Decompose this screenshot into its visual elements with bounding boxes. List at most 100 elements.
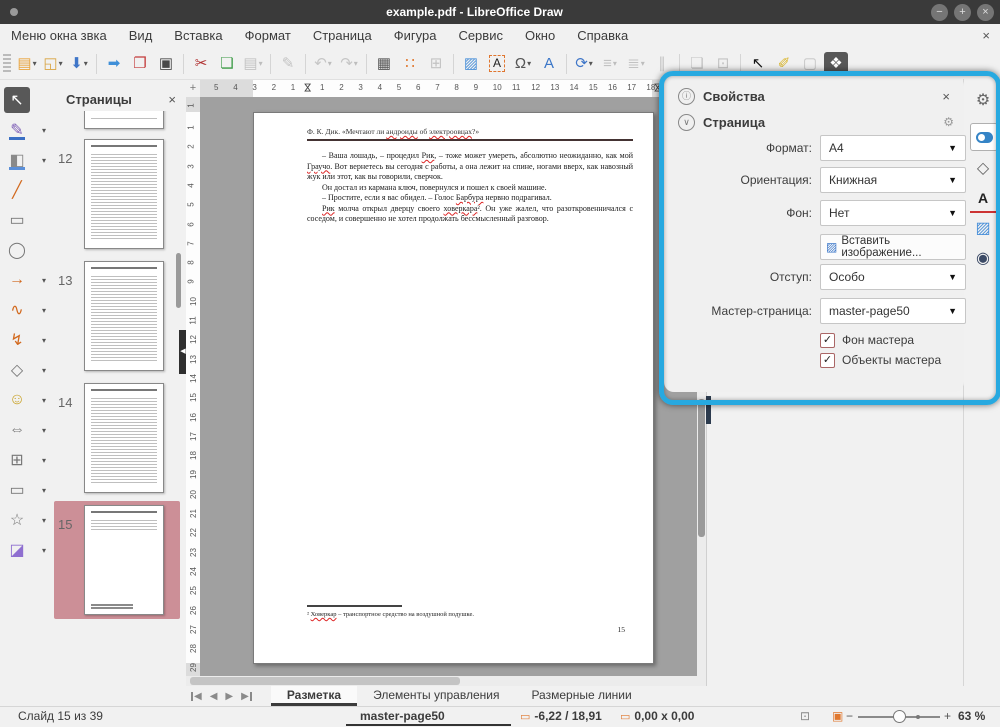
- display-views-icon[interactable]: ▢: [798, 52, 822, 76]
- stars-tool[interactable]: ☆▾: [0, 505, 52, 535]
- page-thumbnail-13[interactable]: 13: [54, 257, 180, 375]
- pages-panel-scrollbar[interactable]: [176, 112, 182, 307]
- section-more-options-icon[interactable]: ⚙: [943, 115, 954, 129]
- page-thumbnail-partial[interactable]: [54, 111, 180, 131]
- next-page-nav-icon[interactable]: ▶: [225, 691, 233, 702]
- 3d-objects-tool[interactable]: ◪▾: [0, 535, 52, 565]
- dropdown-caret-icon[interactable]: ▾: [42, 426, 46, 435]
- distribute-icon[interactable]: ∥: [650, 52, 674, 76]
- vertical-ruler[interactable]: 1123456789101112131415161718192021222324…: [186, 97, 201, 676]
- section-collapse-icon[interactable]: ∨: [678, 114, 695, 131]
- align-objects-icon[interactable]: ≡▾: [598, 52, 622, 76]
- zoom-level[interactable]: 63 %: [958, 709, 985, 723]
- crop-icon[interactable]: ⊡: [711, 52, 735, 76]
- sidebar-settings-gear-icon[interactable]: ⚙: [970, 87, 996, 113]
- cut-icon[interactable]: ✂: [189, 52, 213, 76]
- copy-icon[interactable]: ❏: [215, 52, 239, 76]
- basic-shapes-tool[interactable]: ◇▾: [0, 355, 52, 385]
- tab-navigator[interactable]: ◉: [970, 245, 996, 271]
- tab-properties[interactable]: [970, 123, 998, 151]
- clone-formatting-icon[interactable]: ✎: [276, 52, 300, 76]
- print-icon[interactable]: ▣: [154, 52, 178, 76]
- display-grid-icon[interactable]: ▦: [372, 52, 396, 76]
- fill-color-tool[interactable]: ◧▾: [0, 145, 52, 175]
- last-page-nav-icon[interactable]: ▶: [241, 691, 253, 702]
- curve-tool[interactable]: ∿▾: [0, 295, 52, 325]
- dropdown-caret-icon[interactable]: ▾: [42, 516, 46, 525]
- margin-marker-icon[interactable]: ⋈: [652, 83, 663, 93]
- dropdown-caret-icon[interactable]: ▾: [42, 456, 46, 465]
- snap-to-grid-icon[interactable]: ∷: [398, 52, 422, 76]
- menu-item-5[interactable]: Фигура: [383, 24, 448, 48]
- orientation-select[interactable]: Книжная ▼: [820, 167, 966, 193]
- close-button[interactable]: ×: [977, 4, 994, 21]
- dropdown-caret-icon[interactable]: ▾: [42, 366, 46, 375]
- zoom-in-icon[interactable]: +: [944, 709, 951, 723]
- line-color-tool[interactable]: ✎▾: [0, 115, 52, 145]
- properties-close-icon[interactable]: ×: [938, 89, 954, 104]
- document-page[interactable]: Ф. К. Дик. «Мечтают ли андроиды об элект…: [253, 112, 654, 664]
- zoom-fit-icon[interactable]: ▣: [832, 709, 843, 723]
- dropdown-caret-icon[interactable]: ▾: [33, 59, 37, 68]
- callouts-tool[interactable]: ▭▾: [0, 475, 52, 505]
- connector-tool[interactable]: ↯▾: [0, 325, 52, 355]
- canvas-vscroll-thumb[interactable]: [698, 399, 705, 537]
- ellipse-tool[interactable]: ◯: [0, 235, 52, 265]
- open-folder-icon[interactable]: ◱▾: [41, 52, 65, 76]
- close-document-icon[interactable]: ×: [982, 24, 990, 48]
- deck-menu-icon[interactable]: ⓘ: [678, 88, 695, 105]
- snap-guides-icon[interactable]: ⊞: [424, 52, 448, 76]
- horizontal-ruler[interactable]: 54321123456789101112131415161718192021⋈⋈: [200, 80, 697, 98]
- maximize-button[interactable]: +: [954, 4, 971, 21]
- dropdown-caret-icon[interactable]: ▾: [42, 276, 46, 285]
- redo-icon[interactable]: ↷▾: [337, 52, 361, 76]
- drawing-canvas[interactable]: Ф. К. Дик. «Мечтают ли андроиды об элект…: [200, 97, 697, 676]
- master-page-status[interactable]: master-page50: [360, 709, 445, 723]
- menu-item-3[interactable]: Формат: [234, 24, 302, 48]
- tab-shapes[interactable]: ◇: [970, 155, 996, 181]
- block-arrows-tool[interactable]: ⇔▾: [0, 415, 52, 445]
- first-page-nav-icon[interactable]: ◀: [190, 691, 202, 702]
- menu-item-8[interactable]: Справка: [566, 24, 639, 48]
- shadow-icon[interactable]: ❏: [685, 52, 709, 76]
- menu-item-1[interactable]: Вид: [118, 24, 164, 48]
- canvas-hscroll-thumb[interactable]: [190, 677, 460, 685]
- edit-mode-icon[interactable]: ✐: [772, 52, 796, 76]
- dropdown-caret-icon[interactable]: ▾: [42, 546, 46, 555]
- dropdown-caret-icon[interactable]: ▾: [84, 59, 88, 68]
- rotate-icon[interactable]: ⟳▾: [572, 52, 596, 76]
- layer-tab-1[interactable]: Элементы управления: [357, 686, 515, 706]
- insert-image-button[interactable]: ▨ Вставить изображение...: [820, 234, 966, 260]
- fontwork-icon[interactable]: A: [537, 52, 561, 76]
- show-draw-functions-icon[interactable]: ❖: [824, 52, 848, 76]
- layer-tab-2[interactable]: Размерные линии: [515, 686, 647, 706]
- page-thumbnail-12[interactable]: 12: [54, 135, 180, 253]
- dropdown-caret-icon[interactable]: ▾: [354, 59, 358, 68]
- background-select[interactable]: Нет ▼: [820, 200, 966, 226]
- export-pdf-icon[interactable]: ❐: [128, 52, 152, 76]
- pages-panel-close-icon[interactable]: ×: [164, 92, 180, 107]
- paste-icon[interactable]: ▤▾: [241, 52, 265, 76]
- master-objects-checkbox[interactable]: ✓: [820, 353, 835, 368]
- margin-marker-icon[interactable]: ⋈: [302, 83, 313, 93]
- dropdown-caret-icon[interactable]: ▾: [589, 59, 593, 68]
- zoom-slider-knob[interactable]: [893, 710, 906, 723]
- page-thumbnail-14[interactable]: 14: [54, 379, 180, 497]
- dropdown-caret-icon[interactable]: ▾: [42, 126, 46, 135]
- dropdown-caret-icon[interactable]: ▾: [59, 59, 63, 68]
- select-tool[interactable]: ↖: [0, 85, 52, 115]
- select-arrow-icon[interactable]: ↖: [746, 52, 770, 76]
- zoom-out-icon[interactable]: −: [846, 709, 853, 723]
- format-select[interactable]: A4 ▼: [820, 135, 966, 161]
- page-thumbnail-15[interactable]: 15: [54, 501, 180, 619]
- undo-icon[interactable]: ↶▾: [311, 52, 335, 76]
- menu-item-2[interactable]: Вставка: [163, 24, 233, 48]
- master-page-select[interactable]: master-page50 ▼: [820, 298, 966, 324]
- dropdown-caret-icon[interactable]: ▾: [641, 59, 645, 68]
- dropdown-caret-icon[interactable]: ▾: [613, 59, 617, 68]
- dropdown-caret-icon[interactable]: ▾: [42, 156, 46, 165]
- tab-styles[interactable]: A: [970, 185, 996, 213]
- save-icon[interactable]: ⬇▾: [67, 52, 91, 76]
- dropdown-caret-icon[interactable]: ▾: [42, 396, 46, 405]
- special-character-icon[interactable]: Ω▾: [511, 52, 535, 76]
